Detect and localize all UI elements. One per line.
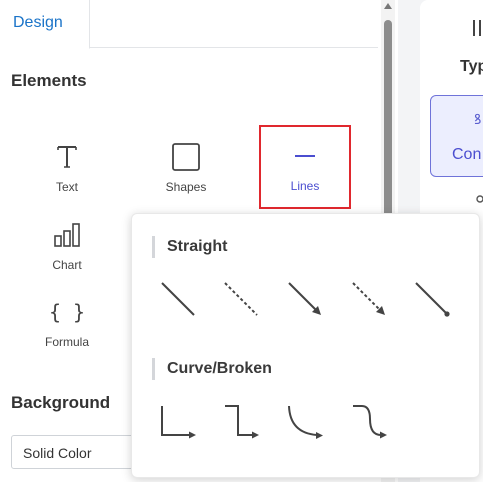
element-chart[interactable]: Chart <box>21 206 113 290</box>
step-arrow-icon[interactable] <box>220 401 262 443</box>
text-icon <box>55 140 79 174</box>
line-icon[interactable] <box>157 278 199 320</box>
element-lines-label: Lines <box>290 179 320 193</box>
element-shapes-label: Shapes <box>165 180 207 194</box>
dashed-arrow-line-icon[interactable] <box>348 278 390 320</box>
background-select[interactable]: Solid Color <box>11 435 141 469</box>
braces-icon: { } <box>48 300 86 324</box>
dashed-line-icon[interactable] <box>220 278 262 320</box>
curve-arrow-icon[interactable] <box>284 401 326 443</box>
elbow-arrow-icon[interactable] <box>157 401 199 443</box>
background-title: Background <box>11 393 111 412</box>
square-icon <box>171 140 201 174</box>
type-label: Typ <box>460 58 483 75</box>
element-text-label: Text <box>55 180 78 194</box>
straight-group-title: Straight <box>152 236 227 258</box>
tab-design[interactable]: Design <box>0 0 90 49</box>
tab-design-label: Design <box>13 14 63 31</box>
arrow-line-icon[interactable] <box>284 278 326 320</box>
background-select-value: Solid Color <box>23 445 92 461</box>
element-lines[interactable]: Lines <box>259 125 351 209</box>
bracket-icon <box>472 18 482 41</box>
elements-title: Elements <box>11 71 87 90</box>
s-curve-arrow-icon[interactable] <box>348 401 390 443</box>
line-style-popup: Straight Curve/Broken <box>131 213 480 478</box>
connector-type-button[interactable]: ꝸ Con <box>430 95 483 177</box>
dot-end-line-icon[interactable] <box>411 278 453 320</box>
connector-type-label: Con <box>452 146 482 163</box>
line-icon <box>293 139 317 173</box>
connector-icon: ꝸ <box>474 111 482 127</box>
element-formula[interactable]: { } Formula <box>21 283 113 367</box>
element-chart-label: Chart <box>52 258 82 272</box>
element-formula-label: Formula <box>44 335 89 349</box>
element-text[interactable]: Text <box>21 128 113 212</box>
chart-icon <box>53 218 81 252</box>
curve-group-title: Curve/Broken <box>152 358 272 380</box>
scroll-up-arrow-icon[interactable] <box>384 3 392 9</box>
element-shapes[interactable]: Shapes <box>140 128 232 212</box>
small-icon <box>476 195 483 212</box>
tab-strip: Design <box>0 0 378 49</box>
